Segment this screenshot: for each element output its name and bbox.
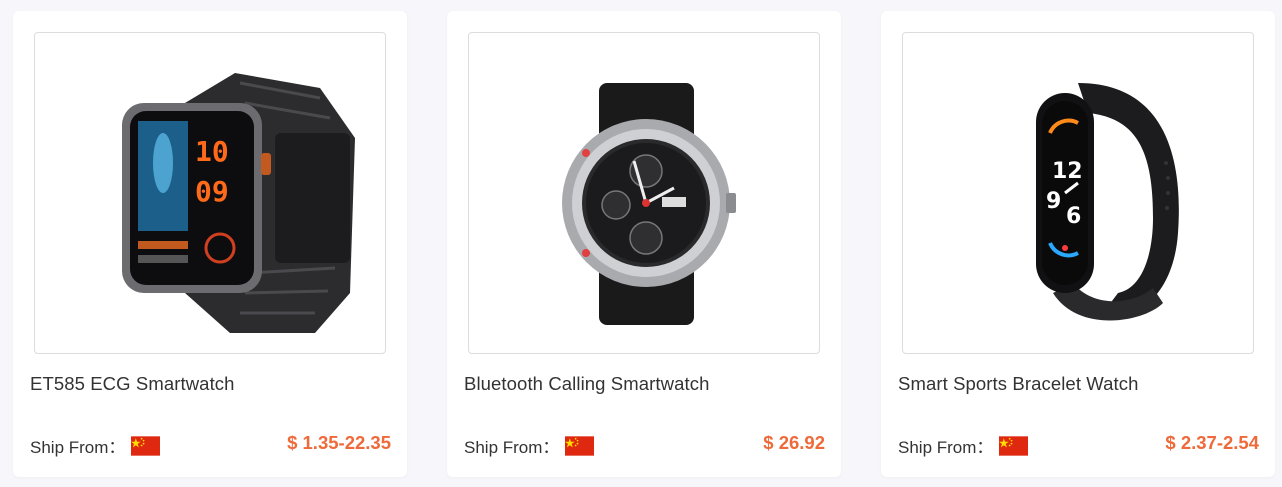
- product-card[interactable]: 10 09 ET585 ECG Smartwatch Ship From： $ …: [13, 11, 407, 477]
- product-image[interactable]: 10 09: [34, 32, 386, 354]
- product-card[interactable]: 12 9 6 Smart Sports Bracelet Watch Ship …: [881, 11, 1275, 477]
- ship-from: Ship From：: [898, 433, 1029, 458]
- product-price: $ 2.37-2.54: [1165, 432, 1259, 453]
- svg-text:09: 09: [195, 175, 229, 208]
- ship-from: Ship From：: [30, 433, 161, 458]
- ship-from-label: Ship From：: [30, 438, 126, 457]
- ship-from: Ship From：: [464, 433, 595, 458]
- product-price: $ 1.35-22.35: [287, 432, 391, 453]
- round-bluetooth-smartwatch-image: [562, 83, 736, 325]
- china-flag-icon: [131, 435, 161, 456]
- product-title[interactable]: ET585 ECG Smartwatch: [30, 373, 235, 395]
- product-price: $ 26.92: [763, 432, 825, 453]
- ship-from-label: Ship From：: [898, 438, 994, 457]
- svg-text:6: 6: [1066, 204, 1081, 229]
- svg-text:12: 12: [1052, 159, 1083, 184]
- product-image[interactable]: [468, 32, 820, 354]
- sports-bracelet-watch-image: 12 9 6: [1036, 83, 1179, 321]
- et585-ecg-smartwatch-image: 10 09: [122, 73, 355, 333]
- product-image[interactable]: 12 9 6: [902, 32, 1254, 354]
- china-flag-icon: [999, 435, 1029, 456]
- china-flag-icon: [565, 435, 595, 456]
- svg-text:10: 10: [195, 135, 229, 168]
- svg-text:9: 9: [1046, 189, 1061, 214]
- product-title[interactable]: Bluetooth Calling Smartwatch: [464, 373, 709, 395]
- product-title[interactable]: Smart Sports Bracelet Watch: [898, 373, 1139, 395]
- ship-from-label: Ship From：: [464, 438, 560, 457]
- product-card[interactable]: Bluetooth Calling Smartwatch Ship From： …: [447, 11, 841, 477]
